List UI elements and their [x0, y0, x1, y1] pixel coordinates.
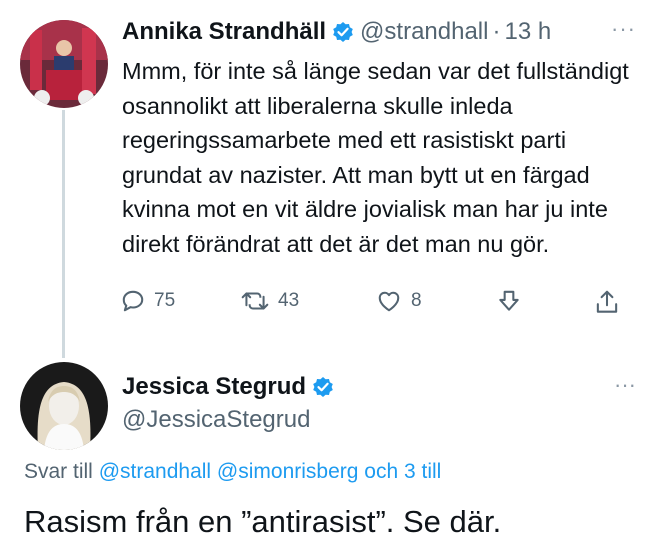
author-name[interactable]: Annika Strandhäll	[122, 16, 326, 48]
share-icon	[596, 290, 618, 313]
more-mentions-link[interactable]: och 3 till	[364, 460, 441, 483]
reply-context: Svar till @strandhall @simonrisberg och …	[24, 458, 441, 486]
reply-icon	[122, 290, 144, 312]
reply-count: 75	[154, 290, 176, 311]
mention-link[interactable]: @simonrisberg	[217, 460, 359, 483]
reply-button[interactable]: 75	[120, 288, 175, 314]
more-options-icon[interactable]: ···	[611, 16, 636, 42]
tweet-actions: 75 43 8	[120, 288, 640, 322]
tweet-header: Annika Strandhäll @strandhall · 13 h	[122, 16, 640, 48]
dot-separator: ·	[492, 18, 501, 45]
mention-link[interactable]: @strandhall	[99, 460, 211, 483]
thread-connector-line	[62, 110, 65, 358]
retweet-count: 43	[278, 290, 300, 311]
retweet-icon	[241, 292, 269, 310]
timestamp[interactable]: 13 h	[504, 16, 551, 48]
verified-badge-icon	[312, 376, 334, 398]
like-count: 8	[411, 290, 422, 311]
avatar[interactable]	[20, 20, 108, 108]
like-button[interactable]: 8	[375, 288, 422, 314]
like-icon	[378, 291, 400, 312]
download-button[interactable]	[496, 288, 530, 314]
verified-badge-icon	[332, 21, 354, 43]
download-icon	[499, 290, 519, 311]
retweet-button[interactable]: 43	[240, 288, 299, 314]
author-name-row: Jessica Stegrud	[122, 372, 340, 402]
avatar[interactable]	[20, 362, 108, 450]
author-handle[interactable]: @JessicaStegrud	[122, 405, 310, 435]
tweet-text: Rasism från en ”antirasist”. Se där.	[24, 504, 502, 539]
tweet-text: Mmm, för inte så länge sedan var det ful…	[122, 58, 629, 257]
reply-prefix: Svar till	[24, 460, 93, 483]
author-handle[interactable]: @strandhall	[360, 16, 488, 48]
more-options-icon[interactable]: ···	[614, 372, 636, 398]
author-name[interactable]: Jessica Stegrud	[122, 372, 306, 402]
share-button[interactable]	[594, 288, 628, 316]
